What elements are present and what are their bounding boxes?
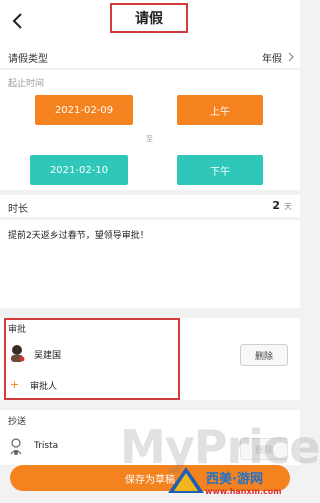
cc-label: 抄送 [8, 417, 27, 427]
end-half-button[interactable]: 下午 [177, 155, 263, 185]
watermark-site: 西美·游网 [206, 472, 263, 487]
end-half-text: 下午 [210, 166, 230, 178]
leave-type-row[interactable]: 请假类型 年假 [0, 44, 300, 68]
duration-label: 时长 [8, 204, 28, 215]
leave-type-value: 年假 [262, 54, 282, 65]
start-date-text: 2021-02-09 [54, 104, 114, 116]
duration-value: 2 [272, 199, 280, 212]
back-arrow-icon [12, 13, 22, 29]
period-label: 起止时间 [8, 79, 45, 89]
start-half-button[interactable]: 上午 [177, 95, 263, 125]
start-half-text: 上午 [210, 106, 230, 118]
watermark-logo-icon [168, 467, 204, 493]
delete-approver-label: 删除 [254, 351, 273, 362]
back-button[interactable] [6, 8, 28, 34]
page-title: 请假 [110, 3, 188, 33]
period-separator: 至 [146, 135, 153, 143]
cc-avatar-icon [10, 438, 22, 455]
reason-area[interactable]: 提前2天返乡过春节，望领导审批！ [0, 220, 300, 308]
period-section: 起止时间 2021-02-09 上午 至 2021-02-10 下午 [0, 70, 300, 190]
watermark-url: www.hanxm.com [205, 487, 282, 496]
duration-unit: 天 [284, 202, 292, 211]
approval-highlight-box [4, 318, 180, 400]
end-date-text: 2021-02-10 [49, 164, 109, 176]
delete-approver-button[interactable]: 删除 [240, 344, 288, 366]
end-date-button[interactable]: 2021-02-10 [30, 155, 128, 185]
reason-text: 提前2天返乡过春节，望领导审批！ [8, 231, 149, 241]
leave-type-label: 请假类型 [8, 54, 48, 65]
header-bar: 请假 [0, 0, 300, 44]
page-title-text: 请假 [135, 11, 163, 27]
watermark-brand: MyPrice [120, 420, 320, 474]
duration-row: 时长 2 天 [0, 195, 300, 217]
start-date-button[interactable]: 2021-02-09 [35, 95, 133, 125]
chevron-right-icon [288, 52, 294, 62]
cc-person-name: Trista [34, 441, 59, 451]
